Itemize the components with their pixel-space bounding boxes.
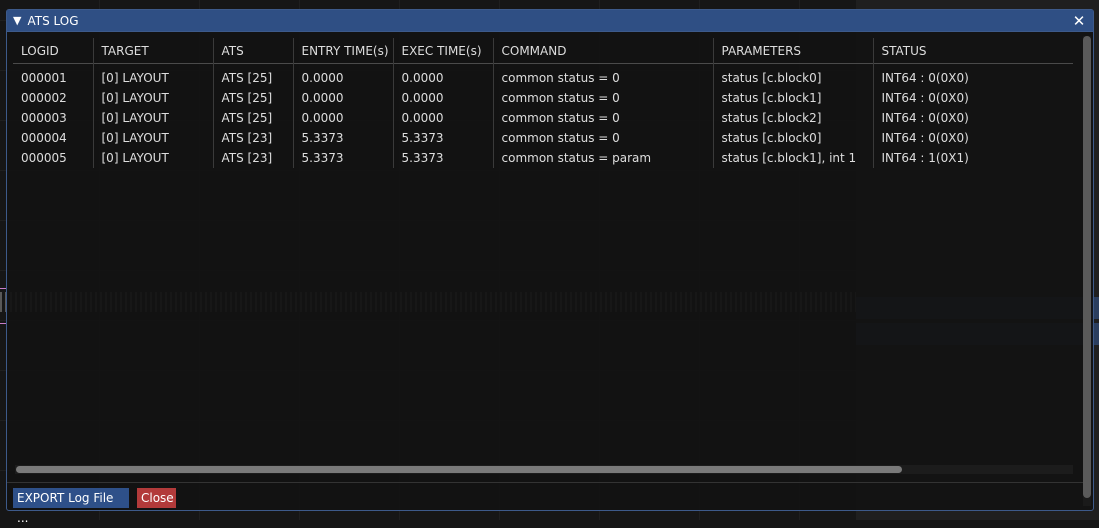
horizontal-scrollbar[interactable] <box>15 465 1073 474</box>
column-header[interactable]: COMMAND <box>493 38 714 64</box>
cell-parameters: status [c.block0] <box>713 128 874 148</box>
column-header[interactable]: ENTRY TIME(s) <box>293 38 394 64</box>
cell-target: [0] LAYOUT <box>93 88 214 108</box>
cell-command: common status = 0 <box>493 88 714 108</box>
cell-exec-time: 0.0000 <box>393 63 494 88</box>
cell-parameters: status [c.block1] <box>713 88 874 108</box>
cell-logid: 000004 <box>13 128 94 148</box>
log-table-area: LOGID TARGET ATS ENTRY TIME(s) EXEC TIME… <box>13 38 1073 480</box>
cell-entry-time: 5.3373 <box>293 148 394 168</box>
cell-ats: ATS [25] <box>213 88 294 108</box>
column-header[interactable]: LOGID <box>13 38 94 64</box>
close-button[interactable]: Close <box>137 488 176 508</box>
cell-logid: 000002 <box>13 88 94 108</box>
vertical-scrollbar-thumb[interactable] <box>1083 36 1091 498</box>
table-row[interactable]: 000003 [0] LAYOUT ATS [25] 0.0000 0.0000… <box>13 108 1073 128</box>
log-table: LOGID TARGET ATS ENTRY TIME(s) EXEC TIME… <box>13 38 1073 168</box>
cell-target: [0] LAYOUT <box>93 63 214 88</box>
table-row[interactable]: 000004 [0] LAYOUT ATS [23] 5.3373 5.3373… <box>13 128 1073 148</box>
cell-status: INT64 : 0(0X0) <box>873 128 1073 148</box>
cell-entry-time: 0.0000 <box>293 108 394 128</box>
cell-status: INT64 : 0(0X0) <box>873 108 1073 128</box>
cell-logid: 000005 <box>13 148 94 168</box>
table-row[interactable]: 000001 [0] LAYOUT ATS [25] 0.0000 0.0000… <box>13 63 1073 88</box>
cell-target: [0] LAYOUT <box>93 108 214 128</box>
cell-target: [0] LAYOUT <box>93 128 214 148</box>
export-log-button[interactable]: EXPORT Log File ... <box>13 488 129 525</box>
window-footer: EXPORT Log File ... Close <box>7 482 1083 525</box>
vertical-scrollbar[interactable] <box>1083 36 1091 506</box>
cell-ats: ATS [23] <box>213 148 294 168</box>
cell-exec-time: 5.3373 <box>393 128 494 148</box>
column-header[interactable]: EXEC TIME(s) <box>393 38 494 64</box>
column-header[interactable]: PARAMETERS <box>713 38 874 64</box>
cell-parameters: status [c.block2] <box>713 108 874 128</box>
table-header-row: LOGID TARGET ATS ENTRY TIME(s) EXEC TIME… <box>13 38 1073 64</box>
horizontal-scrollbar-thumb[interactable] <box>16 466 902 473</box>
window-titlebar[interactable]: ▼ ATS LOG ✕ <box>7 10 1093 32</box>
cell-ats: ATS [25] <box>213 63 294 88</box>
cell-ats: ATS [25] <box>213 108 294 128</box>
cell-command: common status = 0 <box>493 108 714 128</box>
cell-command: common status = 0 <box>493 63 714 88</box>
cell-exec-time: 5.3373 <box>393 148 494 168</box>
column-header[interactable]: TARGET <box>93 38 214 64</box>
ats-log-window: ▼ ATS LOG ✕ LOGID TARGET ATS ENTRY TIME(… <box>6 9 1094 525</box>
cell-status: INT64 : 1(0X1) <box>873 148 1073 168</box>
cell-parameters: status [c.block0] <box>713 63 874 88</box>
close-icon[interactable]: ✕ <box>1071 13 1087 29</box>
cell-logid: 000001 <box>13 63 94 88</box>
window-title: ATS LOG <box>27 13 79 28</box>
cell-parameters: status [c.block1], int 1 <box>713 148 874 168</box>
cell-exec-time: 0.0000 <box>393 108 494 128</box>
column-header[interactable]: STATUS <box>873 38 1073 64</box>
cell-exec-time: 0.0000 <box>393 88 494 108</box>
cell-command: common status = param <box>493 148 714 168</box>
cell-entry-time: 0.0000 <box>293 63 394 88</box>
table-row[interactable]: 000002 [0] LAYOUT ATS [25] 0.0000 0.0000… <box>13 88 1073 108</box>
column-header[interactable]: ATS <box>213 38 294 64</box>
cell-command: common status = 0 <box>493 128 714 148</box>
triangle-down-icon[interactable]: ▼ <box>13 14 21 27</box>
table-row[interactable]: 000005 [0] LAYOUT ATS [23] 5.3373 5.3373… <box>13 148 1073 168</box>
cell-entry-time: 0.0000 <box>293 88 394 108</box>
cell-target: [0] LAYOUT <box>93 148 214 168</box>
cell-status: INT64 : 0(0X0) <box>873 88 1073 108</box>
cell-logid: 000003 <box>13 108 94 128</box>
cell-status: INT64 : 0(0X0) <box>873 63 1073 88</box>
cell-ats: ATS [23] <box>213 128 294 148</box>
cell-entry-time: 5.3373 <box>293 128 394 148</box>
